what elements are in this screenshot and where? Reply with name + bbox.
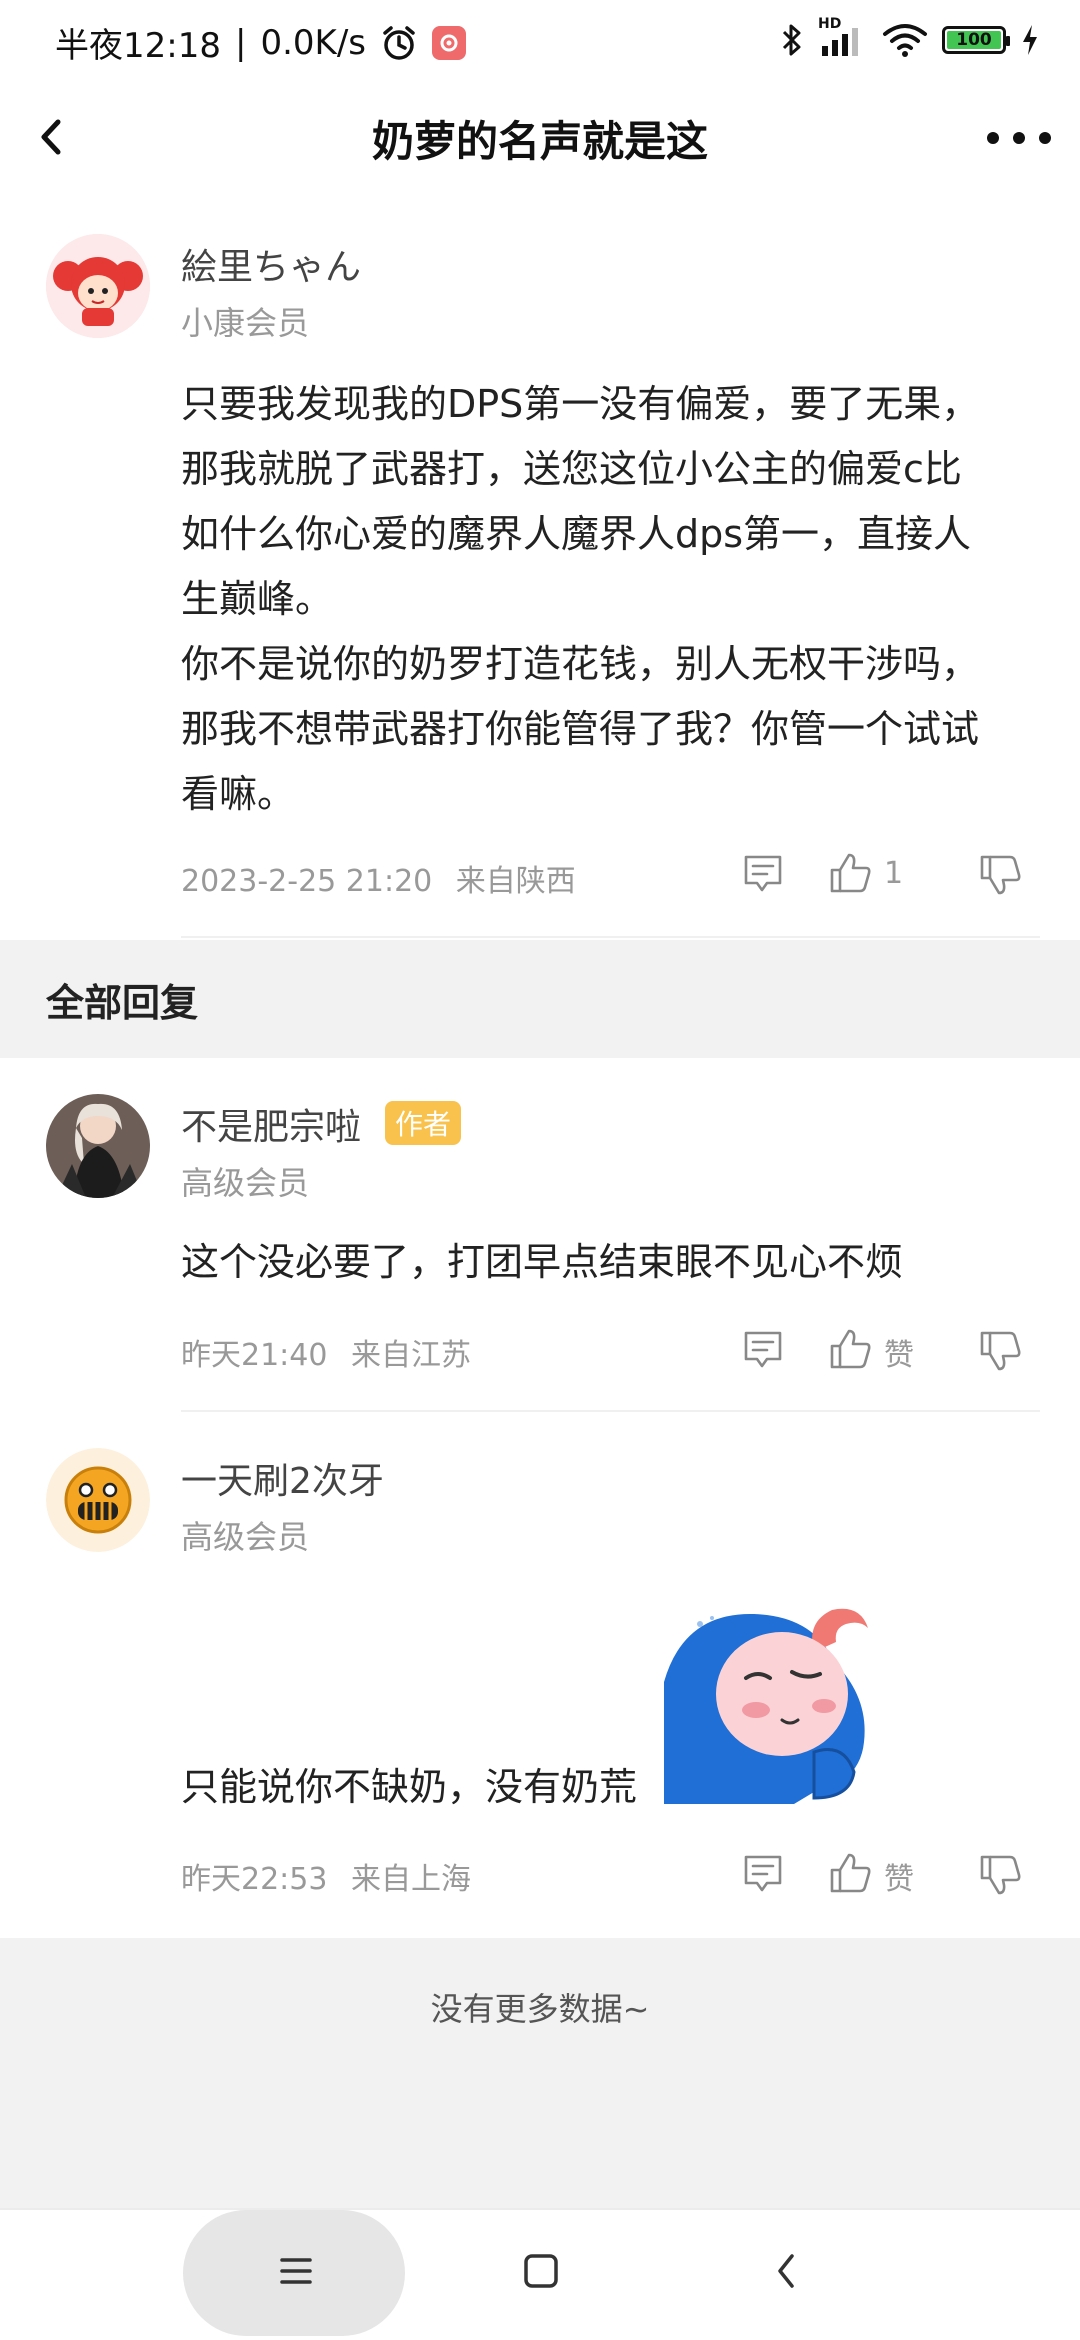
signal-icon: HD xyxy=(818,16,868,60)
bluetooth-icon xyxy=(782,24,801,56)
home-icon[interactable] xyxy=(522,2252,560,2290)
dislike-icon[interactable] xyxy=(978,852,1024,898)
reply-time: 昨天21:40 xyxy=(181,1338,328,1373)
content-line: 那我就脱了武器打，送您这位小公主的偏爱c比 xyxy=(181,447,962,491)
battery-level: 100 xyxy=(956,30,992,50)
divider xyxy=(181,1410,1040,1412)
footer-area xyxy=(0,1938,1080,2210)
charging-icon xyxy=(1023,25,1037,55)
avatar[interactable] xyxy=(46,1094,150,1198)
back-chevron-icon[interactable] xyxy=(34,116,70,158)
content-line: 只要我发现我的DPS第一没有偏爱，要了无果， xyxy=(181,382,980,426)
like-label: 赞 xyxy=(884,1338,914,1373)
content-line: 那我不想带武器打你能管得了我？你管一个试试 xyxy=(181,707,980,751)
comment-icon[interactable] xyxy=(741,852,785,896)
member-level: 高级会员 xyxy=(181,1518,310,1556)
section-title: 全部回复 xyxy=(46,981,199,1025)
comment-icon[interactable] xyxy=(741,1328,785,1372)
reply-location: 来自江苏 xyxy=(351,1338,472,1373)
status-time: 半夜12:18 xyxy=(55,26,221,66)
reply-location: 来自上海 xyxy=(351,1862,472,1897)
menu-icon[interactable] xyxy=(278,2253,314,2289)
post-content: 只要我发现我的DPS第一没有偏爱，要了无果， 那我就脱了武器打，送您这位小公主的… xyxy=(181,372,1041,827)
dislike-icon[interactable] xyxy=(978,1328,1024,1374)
avatar[interactable] xyxy=(46,1448,150,1552)
alarm-clock-icon xyxy=(383,25,415,60)
like-icon[interactable] xyxy=(828,850,874,896)
member-level: 小康会员 xyxy=(181,304,310,342)
username[interactable]: 不是肥宗啦 xyxy=(181,1098,361,1150)
reply-meta: 昨天21:40 来自江苏 xyxy=(181,1330,485,1374)
divider xyxy=(181,936,1040,938)
reply-meta: 昨天22:53 来自上海 xyxy=(181,1854,485,1898)
more-dots-icon[interactable] xyxy=(985,128,1053,148)
battery-icon: 100 xyxy=(942,26,1010,54)
network-speed: 0.0K/s xyxy=(260,22,366,63)
post-location: 来自陕西 xyxy=(455,864,576,899)
like-label: 赞 xyxy=(884,1862,914,1897)
sticker-image xyxy=(664,1602,876,1804)
like-count: 1 xyxy=(884,856,904,891)
content-line: 如什么你心爱的魔界人魔界人dps第一，直接人 xyxy=(181,512,972,556)
like-icon[interactable] xyxy=(828,1850,874,1896)
username[interactable]: 絵里ちゃん xyxy=(181,238,361,290)
no-more-data-text: 没有更多数据~ xyxy=(430,1990,650,2028)
status-separator: | xyxy=(234,22,247,63)
avatar[interactable] xyxy=(46,234,150,338)
content-line: 生巅峰。 xyxy=(181,577,334,621)
status-left: 半夜12:18 | 0.0K/s xyxy=(55,18,466,67)
username[interactable]: 一天刷2次牙 xyxy=(181,1452,384,1504)
status-bar: 半夜12:18 | 0.0K/s HD 100 xyxy=(0,0,1080,90)
dislike-icon[interactable] xyxy=(978,1852,1024,1898)
like-icon[interactable] xyxy=(828,1326,874,1372)
page-title: 奶萝的名声就是这 xyxy=(371,117,708,166)
wifi-icon xyxy=(883,24,927,57)
post-time: 2023-2-25 21:20 xyxy=(181,864,433,899)
content-line: 你不是说你的奶罗打造花钱，别人无权干涉吗， xyxy=(181,642,980,686)
status-right: HD 100 xyxy=(780,16,1040,60)
reply-content: 只能说你不缺奶，没有奶荒 xyxy=(181,1765,638,1809)
comment-icon[interactable] xyxy=(741,1852,785,1896)
member-level: 高级会员 xyxy=(181,1164,310,1202)
content-line: 看嘛。 xyxy=(181,772,296,816)
author-tag: 作者 xyxy=(385,1101,462,1145)
app-notification-icon xyxy=(432,25,466,60)
reply-content: 这个没必要了，打团早点结束眼不见心不烦 xyxy=(181,1240,904,1284)
post-meta: 2023-2-25 21:20 来自陕西 xyxy=(181,856,590,900)
reply-time: 昨天22:53 xyxy=(181,1862,328,1897)
system-back-icon[interactable] xyxy=(770,2250,804,2292)
